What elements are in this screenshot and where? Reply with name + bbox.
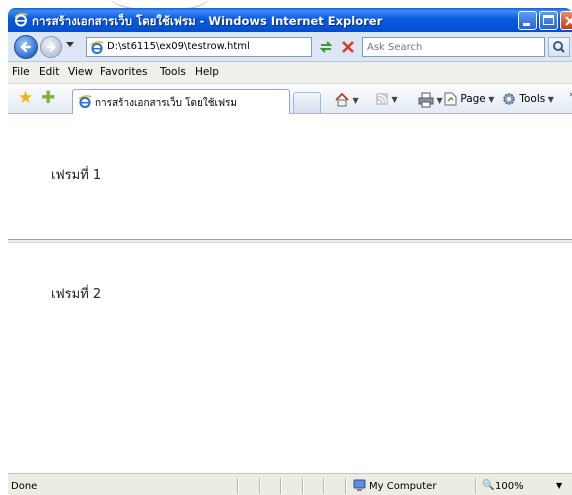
ie-page-icon: [78, 95, 92, 109]
tools-menu-button[interactable]: Tools ▼: [502, 92, 554, 108]
security-zone-label: My Computer: [369, 481, 437, 492]
address-url: D:\st6115\ex09\testrow.html: [107, 41, 250, 52]
search-field[interactable]: [362, 37, 545, 57]
my-computer-icon: [353, 479, 366, 491]
print-button[interactable]: ▼: [418, 92, 443, 108]
refresh-icon[interactable]: [317, 38, 335, 56]
recent-pages-dropdown-icon[interactable]: [66, 42, 74, 48]
page-dropdown-icon: ▼: [485, 95, 495, 104]
forward-arrow-icon: [46, 42, 56, 52]
status-divider: [237, 478, 239, 494]
feeds-dropdown-icon[interactable]: ▼: [389, 95, 398, 104]
close-icon: [565, 16, 572, 26]
maximize-button[interactable]: [539, 11, 558, 30]
tools-dropdown-icon: ▼: [545, 95, 554, 104]
status-divider: [302, 478, 304, 494]
search-icon: [553, 41, 565, 53]
zoom-level[interactable]: 100%: [495, 481, 524, 492]
menu-help[interactable]: Help: [195, 66, 219, 78]
feeds-icon: [376, 93, 388, 105]
menu-edit[interactable]: Edit: [39, 66, 59, 78]
ie-logo-icon: [14, 13, 28, 27]
tab-label: การสร้างเอกสารเว็บ โดยใช้เฟรม: [95, 98, 237, 109]
back-arrow-icon: [20, 41, 32, 53]
search-input[interactable]: [363, 38, 544, 56]
status-divider: [259, 478, 261, 494]
page-menu-label: Page: [460, 93, 486, 105]
page-icon: [444, 92, 457, 106]
search-button[interactable]: [548, 37, 570, 57]
zoom-icon[interactable]: 🔍: [482, 480, 494, 491]
frame2-text: เฟรมที่ 2: [51, 287, 102, 302]
minimize-button[interactable]: [518, 11, 537, 30]
address-toolbar: D:\st6115\ex09\testrow.html: [8, 32, 572, 62]
print-dropdown-icon[interactable]: ▼: [434, 96, 443, 105]
print-icon: [418, 92, 434, 108]
close-button[interactable]: [560, 11, 572, 30]
zoom-dropdown-icon[interactable]: ▼: [556, 481, 562, 490]
menu-bar: File Edit View Favorites Tools Help: [8, 62, 572, 84]
menu-file[interactable]: File: [12, 66, 30, 78]
gear-icon: [503, 93, 515, 105]
status-divider: [345, 478, 347, 494]
back-button[interactable]: [14, 35, 38, 59]
home-button[interactable]: ▼: [334, 92, 359, 108]
frame-bottom: เฟรมที่ 2: [8, 243, 572, 473]
title-bar[interactable]: การสร้างเอกสารเว็บ โดยใช้เฟรม - Windows …: [8, 8, 572, 32]
frame-top: เฟรมที่ 1: [8, 114, 572, 239]
status-text: Done: [11, 481, 38, 492]
new-tab-button[interactable]: [293, 92, 321, 113]
page-menu-button[interactable]: Page ▼: [444, 92, 494, 108]
ie-page-icon: [90, 41, 104, 55]
tab-toolbar: ★ ✚ การสร้างเอกสารเว็บ โดยใช้เฟรม ▼ ▼ ▼: [8, 84, 572, 114]
address-field[interactable]: D:\st6115\ex09\testrow.html: [86, 37, 381, 57]
home-icon: [335, 92, 349, 107]
status-bar: Done My Computer 🔍 100% ▼: [8, 473, 572, 495]
feeds-button[interactable]: ▼: [375, 92, 398, 108]
status-divider: [323, 478, 325, 494]
favorites-star-icon[interactable]: ★: [18, 90, 33, 107]
tools-menu-label: Tools: [519, 93, 546, 105]
menu-favorites[interactable]: Favorites: [100, 66, 147, 78]
maximize-icon: [543, 15, 554, 25]
menu-view[interactable]: View: [68, 66, 93, 78]
frame1-text: เฟรมที่ 1: [51, 168, 102, 183]
forward-button[interactable]: [40, 36, 62, 58]
stop-icon[interactable]: [339, 38, 357, 56]
menu-tools[interactable]: Tools: [160, 66, 186, 78]
home-dropdown-icon[interactable]: ▼: [350, 96, 359, 105]
window-title: การสร้างเอกสารเว็บ โดยใช้เฟรม - Windows …: [32, 14, 383, 28]
minimize-icon: [523, 23, 530, 26]
status-divider: [280, 478, 282, 494]
tab-current-page[interactable]: การสร้างเอกสารเว็บ โดยใช้เฟรม: [72, 89, 290, 114]
add-favorites-icon[interactable]: ✚: [41, 90, 55, 107]
status-divider: [475, 478, 477, 494]
